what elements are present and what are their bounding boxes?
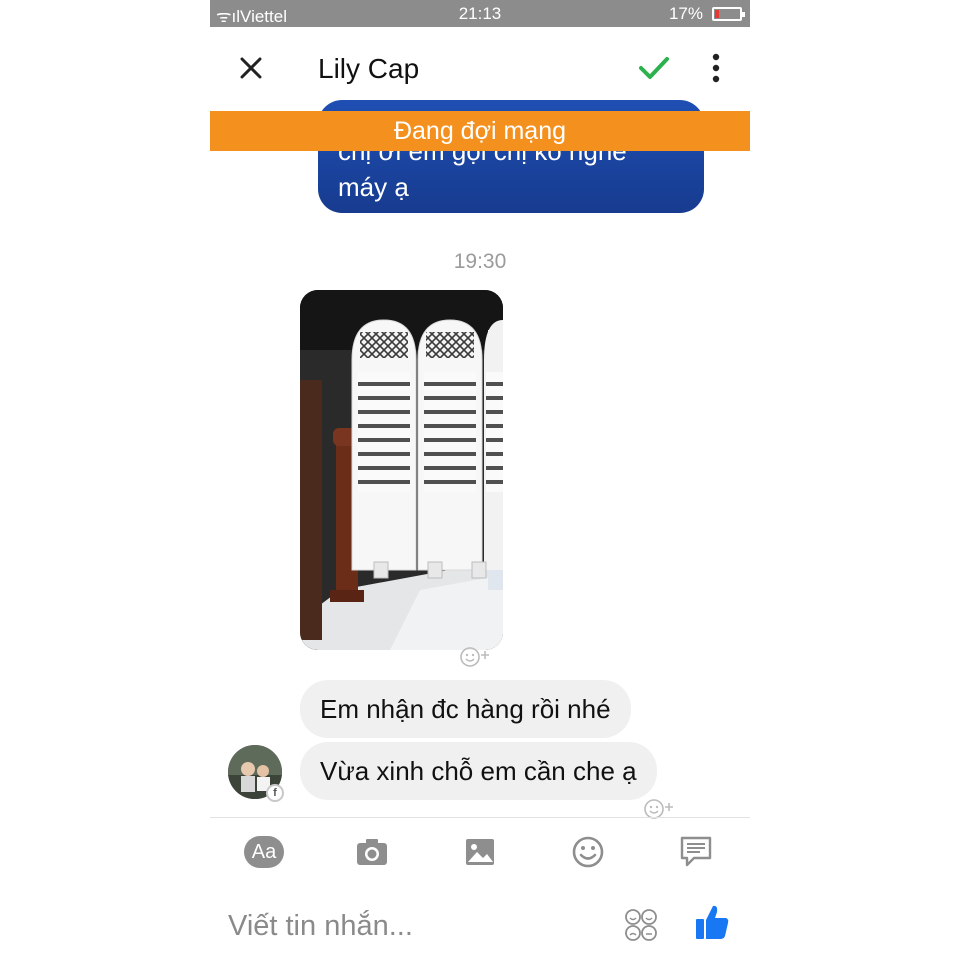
image-icon[interactable] xyxy=(460,834,500,870)
conversation-header: Lily Cap xyxy=(210,27,750,111)
room-divider-photo xyxy=(300,290,503,650)
chat-icon[interactable] xyxy=(676,834,716,870)
message-timestamp: 19:30 xyxy=(453,250,507,273)
facebook-badge-icon: f xyxy=(266,784,284,802)
emoji-icon[interactable] xyxy=(568,834,608,870)
battery-percentage: 17% xyxy=(668,4,703,23)
add-reaction-icon[interactable] xyxy=(458,646,492,668)
incoming-message[interactable]: Em nhận đc hàng rồi nhé xyxy=(300,680,631,738)
messenger-screen: ᯤılViettel 21:13 17% Lily Cap Đang đợi m… xyxy=(210,0,750,960)
incoming-message[interactable]: Vừa xinh chỗ em cần che ạ xyxy=(300,742,657,800)
more-vertical-icon[interactable] xyxy=(706,51,726,85)
like-icon[interactable] xyxy=(694,902,730,942)
stickers-icon[interactable] xyxy=(624,908,658,942)
status-bar: ᯤılViettel 21:13 17% xyxy=(210,0,750,27)
check-icon[interactable] xyxy=(638,53,670,83)
contact-name[interactable]: Lily Cap xyxy=(318,53,419,85)
outgoing-message-line: máy ạ xyxy=(338,172,409,202)
camera-icon[interactable] xyxy=(352,834,392,870)
photo-message[interactable] xyxy=(300,290,503,650)
close-icon[interactable] xyxy=(236,53,266,83)
text-format-button[interactable]: Aa xyxy=(244,836,284,868)
battery-icon xyxy=(712,7,745,21)
toolbar-divider xyxy=(210,817,750,818)
message-input[interactable] xyxy=(228,900,608,952)
network-waiting-banner: Đang đợi mạng xyxy=(210,111,750,151)
